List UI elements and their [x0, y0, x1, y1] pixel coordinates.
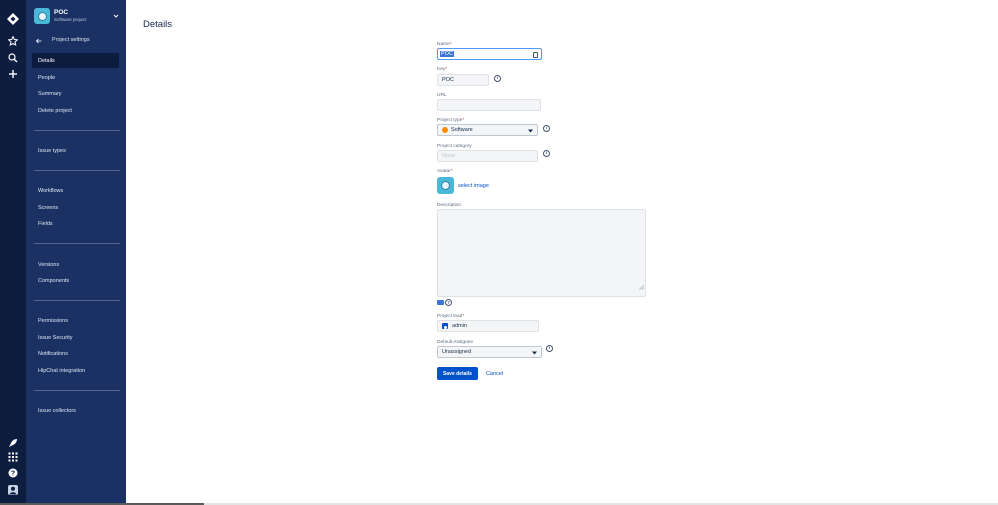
- required-marker: *: [462, 118, 465, 123]
- sidebar-divider: [34, 243, 120, 244]
- sidebar-item-screens[interactable]: Screens: [32, 200, 119, 215]
- sidebar-item-issue-collectors[interactable]: Issue collectors: [32, 403, 119, 418]
- wiki-markup-icon[interactable]: [437, 300, 444, 305]
- help-icon[interactable]: ?: [5, 465, 21, 481]
- url-label: URL: [437, 93, 447, 98]
- star-icon[interactable]: [5, 33, 21, 49]
- required-marker: *: [462, 314, 465, 319]
- project-type-label: Software project: [54, 16, 87, 22]
- default-assignee-select[interactable]: Unassigned: [437, 346, 542, 358]
- sidebar-divider: [34, 170, 120, 171]
- user-avatar-icon: [442, 323, 448, 329]
- required-marker: *: [450, 169, 453, 174]
- back-to-project-settings[interactable]: Project settings: [35, 35, 90, 45]
- sidebar-item-fields[interactable]: Fields: [32, 216, 119, 231]
- project-type-info-icon[interactable]: i: [543, 125, 550, 132]
- sidebar-divider: [34, 390, 120, 391]
- select-image-link[interactable]: select image: [458, 183, 489, 189]
- sidebar-divider: [34, 300, 120, 301]
- apps-grid-icon[interactable]: [5, 449, 21, 465]
- jira-logo-icon[interactable]: [5, 11, 21, 27]
- project-name: POC: [54, 9, 69, 16]
- sidebar-item-notifications[interactable]: Notifications: [32, 346, 119, 361]
- arrow-left-icon: [35, 31, 42, 49]
- chevron-down-icon[interactable]: [112, 12, 120, 20]
- name-input[interactable]: POC: [437, 48, 542, 60]
- sidebar-item-details[interactable]: Details: [32, 53, 119, 68]
- project-category-select[interactable]: None: [437, 150, 538, 162]
- url-input[interactable]: [437, 99, 541, 111]
- project-settings-label: Project settings: [52, 37, 90, 43]
- sidebar-item-issue-types[interactable]: Issue types: [32, 143, 119, 158]
- sidebar-item-versions[interactable]: Versions: [32, 257, 119, 272]
- key-info-icon[interactable]: i: [494, 75, 501, 82]
- avatar-label: Avatar*: [437, 169, 453, 174]
- sidebar-divider: [34, 130, 120, 131]
- name-label: Name*: [437, 42, 452, 47]
- project-sidebar: POC Software project Project settings De…: [26, 0, 126, 505]
- key-label: Key*: [437, 67, 448, 72]
- project-switcher[interactable]: POC Software project: [34, 7, 120, 25]
- password-manager-icon[interactable]: [533, 51, 538, 58]
- sidebar-item-delete-project[interactable]: Delete project: [32, 103, 119, 118]
- search-icon[interactable]: [5, 50, 21, 66]
- project-lead-label: Project lead*: [437, 314, 465, 319]
- chevron-down-icon: [528, 129, 533, 135]
- project-type-label: Project type*: [437, 118, 465, 123]
- project-lead-input[interactable]: admin: [437, 320, 539, 332]
- required-marker: *: [445, 67, 448, 72]
- project-category-label: Project category: [437, 144, 472, 149]
- sidebar-item-issue-security[interactable]: Issue Security: [32, 330, 119, 345]
- text-formatting-help-icon[interactable]: ?: [445, 299, 452, 306]
- plus-icon[interactable]: [5, 66, 21, 82]
- software-type-icon: [442, 127, 448, 133]
- svg-text:?: ?: [11, 471, 15, 478]
- sidebar-item-permissions[interactable]: Permissions: [32, 313, 119, 328]
- resize-handle-icon[interactable]: [638, 277, 645, 295]
- cancel-link[interactable]: Cancel: [486, 371, 503, 377]
- project-category-info-icon[interactable]: i: [543, 150, 550, 157]
- key-input[interactable]: POC: [437, 74, 489, 86]
- chevron-down-icon: [532, 351, 537, 357]
- default-assignee-label: Default Assignee: [437, 340, 473, 345]
- description-textarea[interactable]: [437, 209, 646, 297]
- sidebar-item-people[interactable]: People: [32, 70, 119, 85]
- default-assignee-info-icon[interactable]: i: [546, 345, 553, 352]
- sidebar-item-workflows[interactable]: Workflows: [32, 183, 119, 198]
- sidebar-item-hipchat-integration[interactable]: HipChat integration: [32, 363, 119, 378]
- project-avatar-image[interactable]: [437, 177, 454, 194]
- global-sidebar: ?: [0, 0, 26, 505]
- required-marker: *: [449, 42, 452, 47]
- description-label: Description: [437, 203, 461, 208]
- sidebar-item-summary[interactable]: Summary: [32, 86, 119, 101]
- save-details-button[interactable]: Save details: [437, 367, 478, 380]
- page-title: Details: [143, 19, 173, 30]
- user-profile-icon[interactable]: [5, 482, 21, 498]
- sidebar-item-components[interactable]: Components: [32, 273, 119, 288]
- project-type-select[interactable]: Software: [437, 124, 538, 136]
- name-input-value: POC: [440, 51, 454, 57]
- project-avatar: [34, 8, 50, 24]
